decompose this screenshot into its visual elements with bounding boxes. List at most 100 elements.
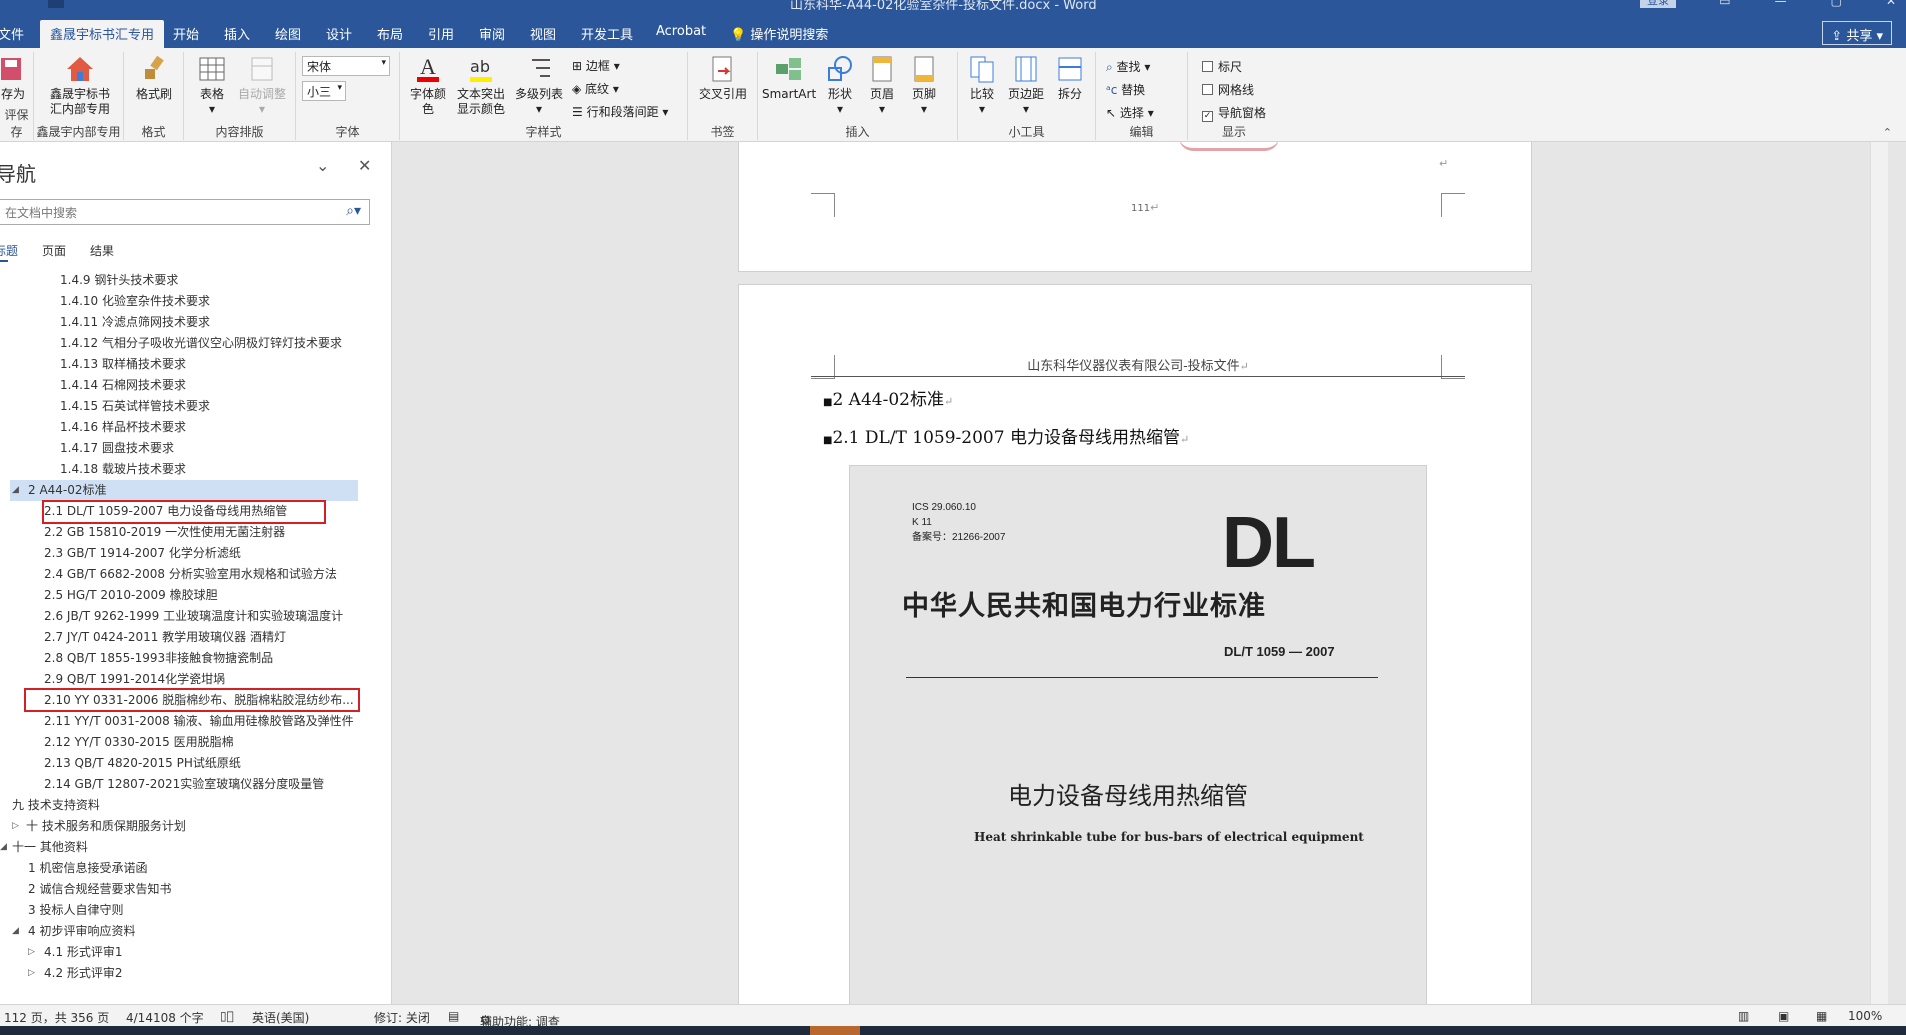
save-as-button[interactable]: 存为 [0, 54, 30, 102]
tab-file[interactable]: 文件 [0, 24, 24, 43]
table-button[interactable]: 表格 ▾ [192, 54, 232, 117]
tab-developer[interactable]: 开发工具 [581, 24, 633, 43]
align-left-icon[interactable] [48, 0, 64, 8]
tab-draw[interactable]: 绘图 [275, 24, 301, 43]
track-changes[interactable]: 修订: 关闭 [374, 1009, 430, 1026]
font-color-button[interactable]: A 字体颜色 [408, 54, 448, 117]
replace-button[interactable]: ᵃc 替换 [1106, 81, 1145, 98]
nav-item[interactable]: 1.4.12 气相分子吸收光谱仪空心阴极灯锌灯技术要求 [60, 333, 420, 354]
tab-references[interactable]: 引用 [428, 24, 454, 43]
tab-headings[interactable]: 标题 [0, 242, 18, 259]
nav-item[interactable]: 2.8 QB/T 1855-1993非接触食物搪瓷制品 [44, 648, 404, 669]
tab-xsy[interactable]: 鑫晟宇标书汇专用 [40, 20, 165, 48]
nav-item[interactable]: 2.5 HG/T 2010-2009 橡胶球胆 [44, 585, 404, 606]
highlight-button[interactable]: ab 文本突出显示颜色 [450, 54, 512, 117]
close-icon[interactable]: ✕ [1886, 0, 1896, 8]
nav-item[interactable]: ▷ 十 技术服务和质保期服务计划 [12, 816, 372, 837]
page-count[interactable]: 112 页，共 356 页 [4, 1009, 109, 1026]
footer-button[interactable]: 页脚 ▾ [904, 54, 944, 117]
nav-item[interactable]: ◢ 十一 其他资料 [0, 837, 360, 858]
format-painter-button[interactable]: 格式刷 [132, 54, 176, 102]
nav-item[interactable]: 2.11 YY/T 0031-2008 输液、输血用硅橡胶管路及弹性件 [44, 711, 404, 732]
line-spacing-icon[interactable] [144, 0, 160, 8]
xsy-button[interactable]: 鑫晟宇标书汇内部专用 [40, 54, 120, 117]
nav-item[interactable]: 2.2 GB 15810-2019 一次性使用无菌注射器 [44, 522, 404, 543]
nav-item[interactable]: ▷ 4.2 形式评审2 [28, 963, 388, 984]
line-spacing-button[interactable]: ☰ 行和段落间距 ▾ [572, 103, 668, 120]
share-button[interactable]: ⇪ 共享 ▾ [1822, 21, 1892, 45]
chevron-down-icon[interactable]: ⌄ [316, 156, 329, 175]
shading-button[interactable]: ◈ 底纹 ▾ [572, 80, 619, 97]
tab-acrobat[interactable]: Acrobat [656, 24, 706, 39]
nav-item[interactable]: 2.12 YY/T 0330-2015 医用脱脂棉 [44, 732, 404, 753]
justify-icon[interactable] [120, 0, 136, 8]
nav-item[interactable]: 1.4.9 钢针头技术要求 [60, 270, 420, 291]
nav-item[interactable]: 2.14 GB/T 12807-2021实验室玻璃仪器分度吸量管 [44, 774, 404, 795]
border-button[interactable]: ⊞ 边框 ▾ [572, 57, 620, 74]
smartart-button[interactable]: SmartArt [762, 54, 816, 102]
tab-home[interactable]: 开始 [173, 24, 199, 43]
multilevel-list-button[interactable]: 多级列表 ▾ [514, 54, 564, 117]
header-button[interactable]: 页眉 ▾ [862, 54, 902, 117]
ribbon-display-icon[interactable]: ▭ [1719, 0, 1730, 8]
ruler-checkbox[interactable]: 标尺 [1202, 58, 1242, 75]
nav-item[interactable]: 1.4.10 化验室杂件技术要求 [60, 291, 420, 312]
nav-item[interactable]: 2.3 GB/T 1914-2007 化学分析滤纸 [44, 543, 404, 564]
gridlines-checkbox[interactable]: 网格线 [1202, 81, 1254, 98]
nav-item[interactable]: 2.7 JY/T 0424-2011 教学用玻璃仪器 酒精灯 [44, 627, 404, 648]
align-right-icon[interactable] [96, 0, 112, 8]
compare-button[interactable]: 比较 ▾ [962, 54, 1002, 117]
nav-item[interactable]: 1 机密信息接受承诺函 [28, 858, 388, 879]
nav-item[interactable]: 2.6 JB/T 9262-1999 工业玻璃温度计和实验玻璃温度计 [44, 606, 404, 627]
nav-item[interactable]: 2 诚信合规经营要求告知书 [28, 879, 388, 900]
macro-icon[interactable]: ▤ [448, 1009, 459, 1023]
font-size-select[interactable]: 小三 ▾ [302, 81, 346, 101]
collapse-ribbon-icon[interactable]: ⌃ [1883, 126, 1892, 139]
print-layout-icon[interactable]: ▣ [1778, 1009, 1789, 1023]
vertical-scrollbar[interactable] [1870, 142, 1888, 1004]
tab-results[interactable]: 结果 [90, 242, 114, 259]
nav-item[interactable]: ▷ 4.1 形式评审1 [28, 942, 388, 963]
undo-icon[interactable] [0, 0, 16, 8]
tab-review[interactable]: 审阅 [479, 24, 505, 43]
nav-search-input[interactable]: 在文档中搜索 ⌕▾ [0, 199, 370, 225]
minimize-icon[interactable]: — [1775, 0, 1787, 8]
nav-item[interactable]: ◢ 4 初步评审响应资料 [12, 921, 372, 942]
margins-button[interactable]: 页边距 ▾ [1004, 54, 1048, 117]
redo-icon[interactable] [24, 0, 40, 8]
word-count[interactable]: 4/14108 个字 [126, 1009, 204, 1026]
split-button[interactable]: 拆分 [1050, 54, 1090, 102]
maximize-icon[interactable]: ▢ [1831, 0, 1842, 8]
nav-item[interactable]: 3 投标人自律守则 [28, 900, 388, 921]
close-icon[interactable]: ✕ [358, 156, 371, 175]
login-button[interactable]: 登录 [1640, 0, 1676, 8]
navpane-checkbox[interactable]: ✓ 导航窗格 [1202, 104, 1266, 122]
nav-item[interactable]: 1.4.15 石英试样管技术要求 [60, 396, 420, 417]
language[interactable]: 英语(美国) [252, 1009, 309, 1026]
find-button[interactable]: ⌕ 查找 ▾ [1106, 58, 1150, 75]
save-icon[interactable] [168, 0, 184, 8]
tab-design[interactable]: 设计 [326, 24, 352, 43]
nav-item[interactable]: 1.4.18 载玻片技术要求 [60, 459, 420, 480]
nav-item[interactable]: 1.4.13 取样桶技术要求 [60, 354, 420, 375]
document-area[interactable]: 111↵ ↵ 山东科华仪器仪表有限公司-投标文件↵ ■2 A44-02标准↵ ■… [392, 142, 1888, 1004]
align-center-icon[interactable] [72, 0, 88, 8]
shape-button[interactable]: 形状 ▾ [820, 54, 860, 117]
select-button[interactable]: ↖ 选择 ▾ [1106, 104, 1154, 121]
collapse-triangle-icon[interactable]: ◢ [12, 480, 19, 501]
nav-item-selected[interactable]: ◢ 2 A44-02标准 [10, 480, 358, 501]
tab-view[interactable]: 视图 [530, 24, 556, 43]
web-layout-icon[interactable]: ▦ [1816, 1009, 1827, 1023]
nav-item[interactable]: 1.4.14 石棉网技术要求 [60, 375, 420, 396]
nav-item[interactable]: 2.13 QB/T 4820-2015 PH试纸原纸 [44, 753, 404, 774]
nav-item[interactable]: 2.4 GB/T 6682-2008 分析实验室用水规格和试验方法 [44, 564, 404, 585]
nav-item[interactable]: 2.9 QB/T 1991-2014化学瓷坩埚 [44, 669, 404, 690]
nav-item[interactable]: 1.4.16 样品杯技术要求 [60, 417, 420, 438]
tell-me-search[interactable]: 💡 操作说明搜索 [730, 24, 828, 43]
font-name-select[interactable]: 宋体 ▾ [302, 56, 390, 76]
search-icon[interactable]: ⌕▾ [346, 203, 361, 219]
nav-item[interactable]: 1.4.17 圆盘技术要求 [60, 438, 420, 459]
nav-item[interactable]: 九 技术支持资料 [12, 795, 372, 816]
tab-pages[interactable]: 页面 [42, 242, 66, 259]
zoom-level[interactable]: 100% [1848, 1009, 1882, 1023]
